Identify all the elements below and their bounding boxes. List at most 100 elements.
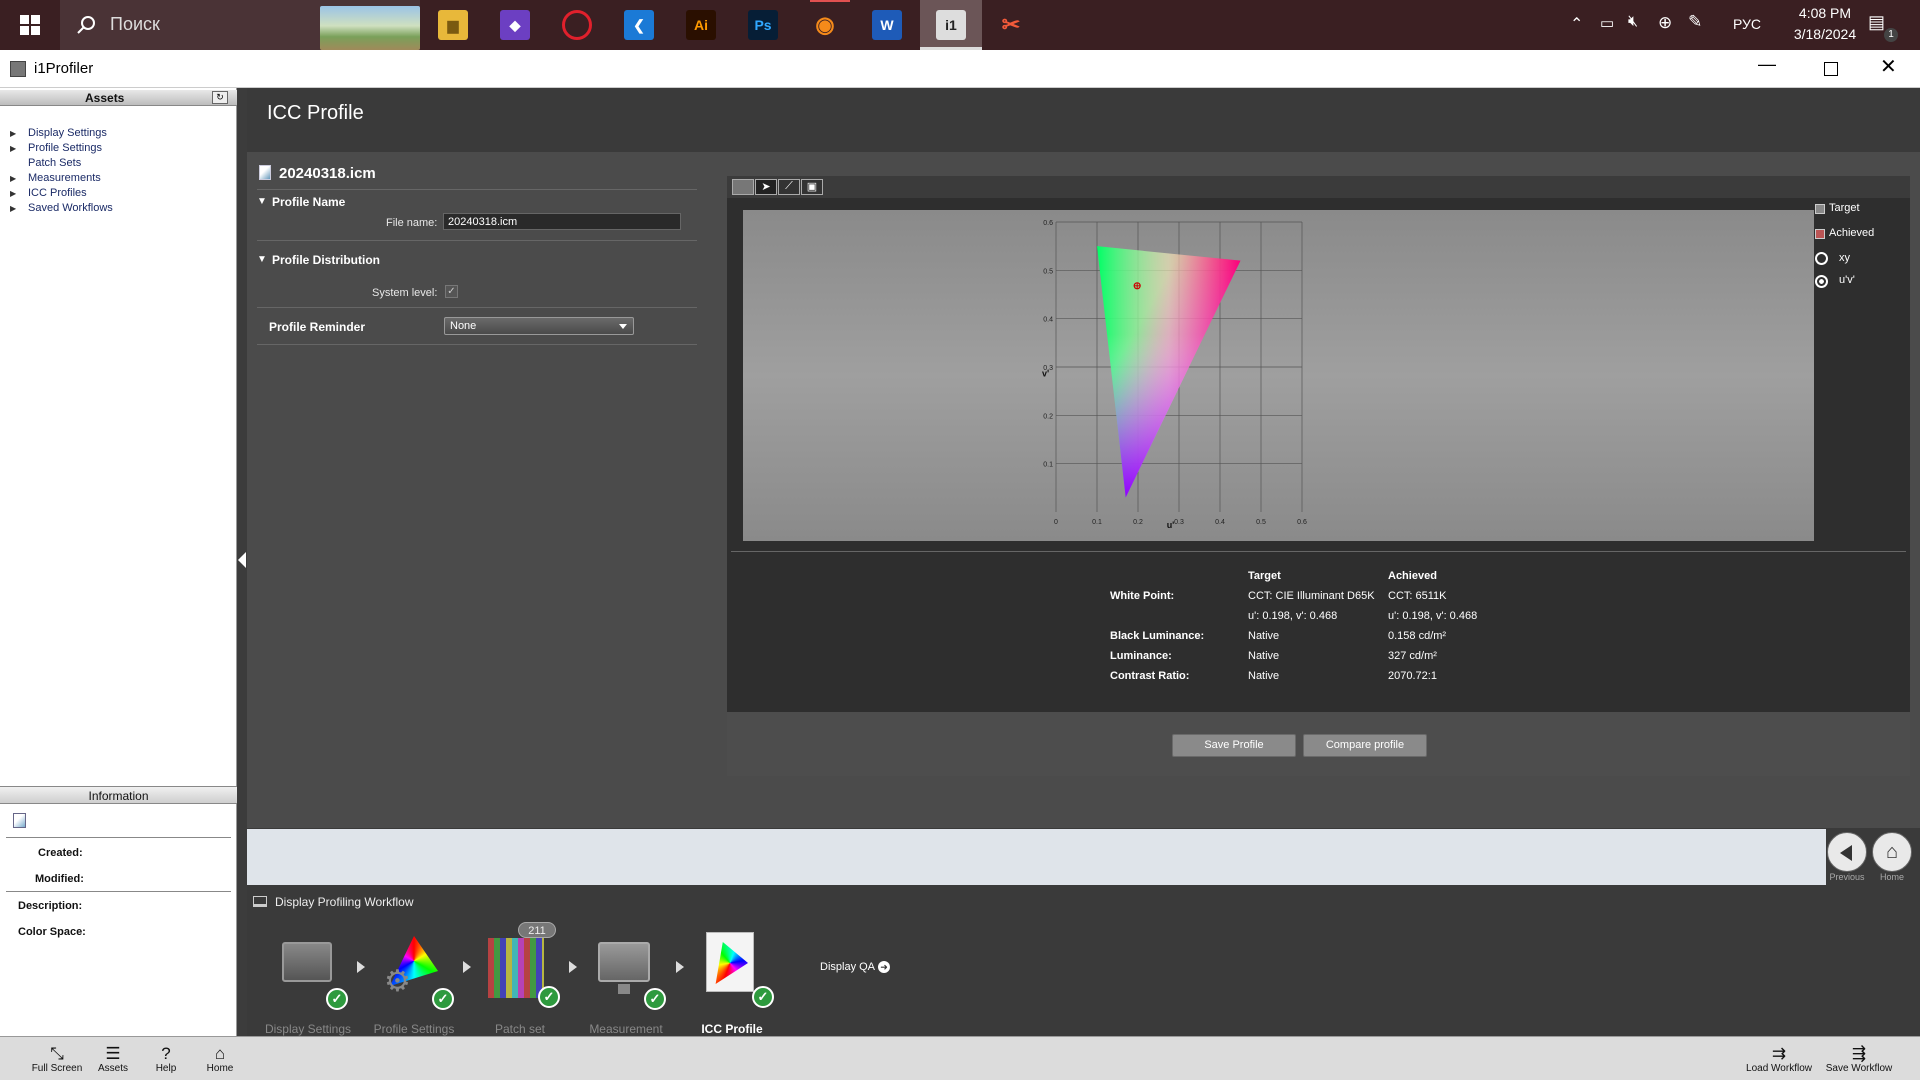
profile-filename-heading: 20240318.icm [279, 165, 376, 182]
achieved-swatch-icon[interactable] [1815, 229, 1825, 239]
volume-muted-icon[interactable]: 🔇︎ [1628, 13, 1638, 31]
tree-item-saved-workflows[interactable]: ▶ Saved Workflows [0, 201, 237, 216]
divider [257, 240, 697, 241]
profile-reminder-select[interactable]: None [444, 317, 634, 335]
compare-profile-button[interactable]: Compare profile [1303, 734, 1427, 757]
window-titlebar: i1Profiler — ✕ [0, 50, 1920, 88]
search-placeholder: Поиск [110, 14, 160, 34]
expand-arrow-icon[interactable]: ▶ [10, 141, 16, 156]
start-button[interactable] [0, 0, 60, 50]
collapse-triangle-icon[interactable]: ▼ [257, 254, 267, 265]
panel-collapse-bar[interactable] [237, 88, 247, 1036]
black-luminance-achieved: 0.158 cd/m² [1388, 630, 1447, 642]
save-workflow-button[interactable]: ⇶ Save Workflow [1820, 1045, 1898, 1075]
gamut-triangle-magenta [1097, 246, 1241, 498]
info-divider [6, 837, 231, 838]
profile-name-section[interactable]: Profile Name [272, 195, 345, 209]
system-level-checkbox[interactable]: ✓ [445, 285, 458, 298]
visual-studio-icon[interactable]: ◆ [500, 10, 530, 40]
white-point-uv-target: u': 0.198, v': 0.468 [1248, 610, 1338, 622]
file-name-input[interactable] [443, 213, 681, 230]
load-workflow-button[interactable]: ⇉ Load Workflow [1740, 1045, 1818, 1075]
y-axis-label: v' [1042, 369, 1049, 379]
uv-radio[interactable] [1815, 275, 1828, 288]
home-nav-button[interactable]: ⌂ [1872, 832, 1912, 872]
workflow-label-display-settings[interactable]: Display Settings [253, 1022, 363, 1036]
workflow-step-display-settings[interactable]: ✓ [270, 930, 348, 1010]
workflow-label-measurement[interactable]: Measurement [571, 1022, 681, 1036]
xy-radio[interactable] [1815, 252, 1828, 265]
workflow-label-icc-profile[interactable]: ICC Profile [677, 1022, 787, 1036]
expand-arrow-icon[interactable]: ▶ [10, 201, 16, 216]
workflow-step-measurement[interactable]: ✓ [592, 930, 672, 1010]
assets-tree: ▶ Display Settings ▶ Profile Settings Patc… [0, 126, 237, 216]
workflow-step-icc-profile[interactable]: ✓ [700, 928, 780, 1012]
snipping-tool-icon[interactable]: ✂ [996, 10, 1026, 40]
pen-icon[interactable]: ✎ [1688, 12, 1702, 32]
step-arrow-icon [676, 961, 684, 973]
contrast-ratio-achieved: 2070.72:1 [1388, 670, 1437, 682]
i1profiler-taskbar-button[interactable]: i1 [920, 0, 982, 50]
save-profile-button[interactable]: Save Profile [1172, 734, 1296, 757]
taskbar-search[interactable]: Поиск [60, 0, 420, 50]
full-screen-label: Full Screen [31, 1063, 83, 1074]
minimize-button[interactable]: — [1758, 54, 1776, 75]
vscode-icon[interactable]: ❮ [624, 10, 654, 40]
view-2d-icon[interactable] [732, 179, 754, 195]
workflow-step-profile-settings[interactable]: ⚙ ✓ [380, 930, 454, 1010]
expand-arrow-icon[interactable]: ▶ [10, 126, 16, 141]
x-tick-label: 0.6 [1297, 519, 1307, 526]
network-icon[interactable]: ⊕ [1658, 13, 1672, 33]
assets-header: Assets ↻ [0, 90, 237, 106]
expand-arrow-icon[interactable]: ▶ [10, 186, 16, 201]
arrow-right-circle-icon[interactable]: ➜ [878, 961, 890, 973]
blender-icon[interactable]: ◉ [810, 10, 840, 40]
gamut-chart-svg: 0 0.1 0.2 0.3 0.4 0.5 0.60.10.20.30.40.50.6u'v… [1042, 220, 1307, 530]
legend-target: Target [1829, 202, 1860, 214]
battery-icon[interactable]: ▭ [1600, 14, 1614, 32]
view-image-icon[interactable]: ▣ [801, 179, 823, 195]
view-curve-icon[interactable]: ⟋ [778, 179, 800, 195]
previous-button[interactable] [1827, 832, 1867, 872]
workflow-label-patch-set[interactable]: Patch set [465, 1022, 575, 1036]
y-tick-label: 0.5 [1043, 268, 1053, 275]
tree-item-measurements[interactable]: ▶ Measurements [0, 171, 237, 186]
display-qa-link[interactable]: Display QA [820, 961, 875, 973]
refresh-icon[interactable]: ↻ [212, 91, 228, 104]
maximize-button[interactable] [1824, 62, 1838, 76]
black-luminance-label: Black Luminance: [1110, 630, 1205, 642]
home-button[interactable]: ⌂ Home [192, 1045, 248, 1075]
clock-date[interactable]: 3/18/2024 [1785, 26, 1865, 42]
view-pointer-icon[interactable]: ➤ [755, 179, 777, 195]
photoshop-icon[interactable]: Ps [748, 10, 778, 40]
previous-label: Previous [1829, 872, 1865, 882]
page-title: ICC Profile [267, 102, 364, 124]
profile-document-icon [13, 813, 26, 828]
close-button[interactable]: ✕ [1880, 54, 1897, 79]
assets-button[interactable]: ☰ Assets [85, 1045, 141, 1075]
workflow-step-patch-set[interactable]: 211 ✓ [486, 920, 566, 1010]
full-screen-button[interactable]: ⤡ Full Screen [29, 1045, 85, 1075]
tree-item-profile-settings[interactable]: ▶ Profile Settings [0, 141, 237, 156]
file-explorer-icon[interactable]: ▆ [438, 10, 468, 40]
help-button[interactable]: ? Help [138, 1045, 194, 1075]
target-swatch-icon[interactable] [1815, 204, 1825, 214]
collapse-triangle-icon[interactable]: ▼ [257, 196, 267, 207]
tree-item-display-settings[interactable]: ▶ Display Settings [0, 126, 237, 141]
tray-chevron-icon[interactable]: ⌃ [1570, 14, 1583, 34]
tree-item-icc-profiles[interactable]: ▶ ICC Profiles [0, 186, 237, 201]
workflow-label-profile-settings[interactable]: Profile Settings [359, 1022, 469, 1036]
opera-icon[interactable] [562, 10, 592, 40]
notifications-icon[interactable]: ▤ [1868, 12, 1885, 33]
luminance-label: Luminance: [1110, 650, 1172, 662]
profile-panel: 20240318.icm ▼ Profile Name File name: ▼… [247, 152, 1920, 828]
collapse-arrow-icon[interactable] [238, 552, 246, 568]
illustrator-icon[interactable]: Ai [686, 10, 716, 40]
tree-item-patch-sets[interactable]: Patch Sets [0, 156, 237, 171]
info-color-space-label: Color Space: [18, 926, 86, 938]
profile-distribution-section[interactable]: Profile Distribution [272, 253, 380, 267]
expand-arrow-icon[interactable]: ▶ [10, 171, 16, 186]
word-icon[interactable]: W [872, 10, 902, 40]
language-indicator[interactable]: РУС [1733, 16, 1761, 32]
clock-time[interactable]: 4:08 PM [1785, 5, 1865, 21]
